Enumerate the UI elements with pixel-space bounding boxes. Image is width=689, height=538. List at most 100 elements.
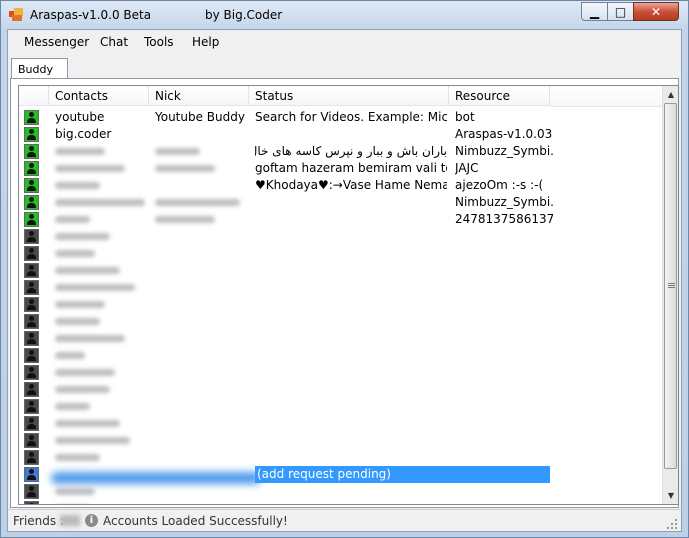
column-header-contacts[interactable]: Contacts [49,86,149,106]
app-icon [9,8,23,21]
scroll-thumb[interactable] [664,103,677,469]
list-item[interactable]: 2478137586137... [19,211,669,228]
obscured-contact [55,199,145,206]
status-text: ♥Khodaya♥:→Vase Hame Nemat Ha... [255,178,447,192]
menu-chat[interactable]: Chat [100,35,128,49]
list-item[interactable] [19,296,669,313]
list-item[interactable] [19,245,669,262]
minimize-button[interactable]: ▁ [581,2,608,21]
list-item[interactable] [19,432,669,449]
presence-offline-icon [24,229,39,244]
list-item[interactable]: big.coder Araspas-v1.0.03... [19,126,669,143]
resource-text: JAJC [455,161,479,175]
column-header-icon[interactable] [19,86,49,106]
status-message: Accounts Loaded Successfully! [103,514,288,528]
obscured-contact [55,488,95,495]
window-byline: by Big.Coder [205,8,283,22]
presence-online-icon [24,161,39,176]
obscured-contact [55,165,125,172]
window-title: Araspas-v1.0.0 Beta [30,8,152,22]
list-item[interactable]: youtube Youtube Buddy Search for Videos. E… [19,109,669,126]
list-item[interactable]: Nimbuzz_Symbi... [19,194,669,211]
thumb-grip [668,287,675,288]
status-text: Search for Videos. Example: Michael ... [255,110,447,124]
list-item[interactable] [19,415,669,432]
scroll-up-icon[interactable]: ▲ [663,86,678,103]
obscured-contact [55,437,130,444]
presence-offline-icon [24,382,39,397]
column-header-filler [550,86,662,107]
obscured-contact [55,301,105,308]
obscured-nick [155,216,215,223]
list-item[interactable] [19,347,669,364]
obscured-contact [55,250,95,257]
list-item[interactable] [19,483,669,500]
status-text: باران باش و ببار و نپرس کاسه های خال [255,144,447,158]
scroll-down-icon[interactable]: ▼ [663,487,678,504]
list-item[interactable] [19,449,669,466]
obscured-contact [55,267,120,274]
obscured-contact [55,284,135,291]
presence-offline-icon [24,450,39,465]
buddy-list-page: Contacts Nick Status Resource youtube You… [10,78,679,508]
obscured-contact [55,318,100,325]
presence-offline-icon [24,297,39,312]
resource-text: bot [455,110,475,124]
presence-offline-icon [24,246,39,261]
list-item[interactable] [19,279,669,296]
maximize-button[interactable]: □ [607,2,634,21]
list-item[interactable] [19,500,669,504]
contact-name: big.coder [55,127,112,141]
contact-name: youtube [55,110,105,124]
menu-tools[interactable]: Tools [144,35,174,49]
obscured-contact [55,148,105,155]
column-header-status[interactable]: Status [249,86,449,106]
presence-offline-icon [24,484,39,499]
list-item[interactable] [19,262,669,279]
presence-offline-icon [24,416,39,431]
presence-online-icon [24,144,39,159]
close-button[interactable]: ✕ [633,2,679,21]
status-text: goftam hazeram bemiram vali to khos... [255,161,447,175]
obscured-contact [55,454,100,461]
column-header-nick[interactable]: Nick [149,86,249,106]
list-item[interactable] [19,398,669,415]
vertical-scrollbar[interactable]: ▲ ▼ [662,86,678,504]
list-item[interactable] [19,228,669,245]
list-item[interactable] [19,364,669,381]
presence-online-icon [24,178,39,193]
info-icon: i [85,514,98,527]
nick-name: Youtube Buddy [155,110,245,124]
list-item[interactable]: goftam hazeram bemiram vali to khos... JA… [19,160,669,177]
menu-help[interactable]: Help [192,35,219,49]
buddy-list[interactable]: Contacts Nick Status Resource youtube You… [18,85,679,505]
list-item[interactable] [19,330,669,347]
resource-text: Araspas-v1.0.03... [455,127,553,141]
list-item[interactable] [19,313,669,330]
column-header-resource[interactable]: Resource [449,86,550,106]
obscured-contact [55,233,110,240]
list-header: Contacts Nick Status Resource [19,86,669,107]
resize-grip-icon[interactable] [666,518,678,530]
presence-offline-icon [24,331,39,346]
minimize-icon: ▁ [589,4,600,19]
obscured-contact [55,403,90,410]
obscured-contact [55,420,120,427]
list-item[interactable]: (add request pending) [19,466,669,484]
thumb-grip [668,285,675,286]
presence-offline-icon [24,365,39,380]
obscured-nick [155,165,215,172]
title-bar[interactable]: Araspas-v1.0.0 Beta by Big.Coder ▁ □ ✕ [1,1,688,29]
menu-messenger[interactable]: Messenger [24,35,89,49]
obscured-contact [55,335,125,342]
presence-offline-icon [24,280,39,295]
list-item[interactable] [19,381,669,398]
presence-online-icon [24,195,39,210]
tab-buddy-list[interactable]: Buddy list [11,58,68,89]
friends-count-obscured [60,515,80,526]
list-item[interactable]: باران باش و ببار و نپرس کاسه های خال Nimb… [19,143,669,160]
status-bar: Friends : i Accounts Loaded Successfully… [8,509,681,532]
list-item[interactable]: ♥Khodaya♥:→Vase Hame Nemat Ha... ajezoOm … [19,177,669,194]
obscured-contact [55,386,110,393]
resource-text: 2478137586137... [455,212,553,226]
